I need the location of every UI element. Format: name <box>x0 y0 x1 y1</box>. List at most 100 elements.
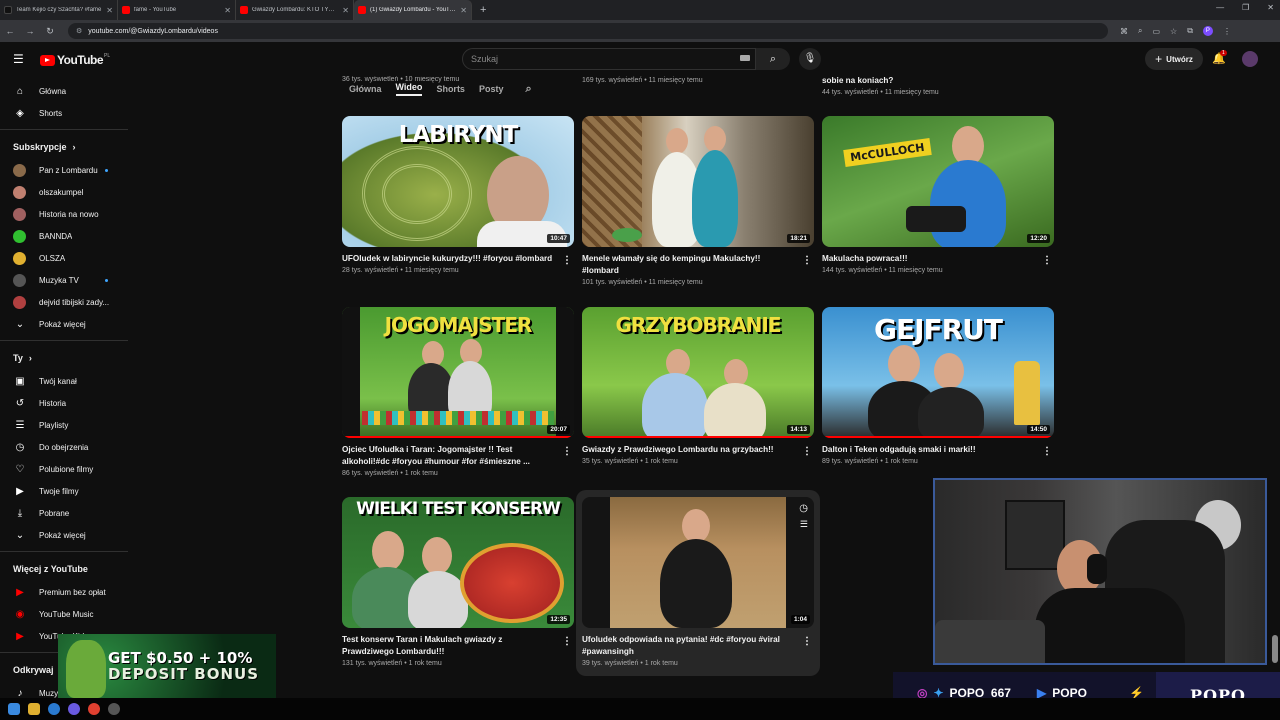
more-actions-icon[interactable]: ⋮ <box>802 255 812 266</box>
more-actions-icon[interactable]: ⋮ <box>1042 446 1052 457</box>
edge-browser-icon[interactable] <box>48 703 60 715</box>
sidebar-item-shorts[interactable]: ◈ Shorts <box>0 102 128 124</box>
video-thumbnail[interactable]: GEJFRUT 14:50 <box>822 307 1054 438</box>
search-button[interactable]: ⌕ <box>756 48 790 70</box>
cast-icon[interactable]: ▭ <box>1152 27 1160 36</box>
video-title[interactable]: Makulacha powraca!!! <box>822 253 1034 265</box>
subscriptions-heading[interactable]: Subskrypcje › <box>0 135 128 159</box>
search-input[interactable]: Szukaj <box>462 48 756 70</box>
video-title[interactable]: Test konserw Taran i Makulach gwiazdy z … <box>342 634 554 658</box>
video-card[interactable]: JOGOMAJSTER 20:07 Ojciec Ufoludka i Tara… <box>342 307 574 477</box>
forward-icon[interactable]: → <box>20 26 40 36</box>
site-info-icon[interactable]: ⚙ <box>76 27 82 35</box>
video-title[interactable]: Ojciec Ufoludka i Taran: Jogomajster !! … <box>342 444 554 468</box>
casino-ad-banner[interactable]: GET $0.50 + 10% DEPOSIT BONUS <box>58 634 276 698</box>
account-avatar[interactable] <box>1242 51 1258 67</box>
create-button[interactable]: + Utwórz <box>1145 48 1203 70</box>
video-card[interactable]: LABIRYNT 10:47 UFOludek w labiryncie kuk… <box>342 116 574 274</box>
video-card[interactable]: 18:21 Menele włamały się do kempingu Mak… <box>582 116 814 286</box>
youtube-logo[interactable]: YouTube PL <box>40 53 110 67</box>
video-thumbnail[interactable]: 18:21 <box>582 116 814 247</box>
video-title[interactable]: Gwiazdy z Prawdziwego Lombardu na grzyba… <box>582 444 794 456</box>
sidebar-item-history[interactable]: ↺ Historia <box>0 392 128 414</box>
video-thumbnail[interactable]: ◷ ☰ 1:04 <box>582 497 814 628</box>
more-actions-icon[interactable]: ⋮ <box>802 636 812 647</box>
video-thumbnail[interactable]: GRZYBOBRANIE 14:13 <box>582 307 814 438</box>
more-actions-icon[interactable]: ⋮ <box>562 255 572 266</box>
sidebar-subscription-item[interactable]: Historia na nowo <box>0 203 128 225</box>
more-actions-icon[interactable]: ⋮ <box>1042 255 1052 266</box>
app-icon[interactable] <box>108 703 120 715</box>
video-title[interactable]: Menele włamały się do kempingu Makulachy… <box>582 253 794 277</box>
new-tab-button[interactable]: + <box>472 4 494 16</box>
close-icon[interactable]: ✕ <box>342 6 349 15</box>
sidebar-item-liked-videos[interactable]: ♡ Polubione filmy <box>0 458 128 480</box>
keyboard-icon[interactable] <box>740 55 750 61</box>
video-thumbnail[interactable]: JOGOMAJSTER 20:07 <box>342 307 574 438</box>
sidebar-item-your-channel[interactable]: ▣ Twój kanał <box>0 370 128 392</box>
close-icon[interactable]: ✕ <box>224 6 231 15</box>
tab-videos[interactable]: Wideo <box>395 82 423 96</box>
add-to-queue-icon[interactable]: ☰ <box>800 519 808 530</box>
zoom-icon[interactable]: ⌕ <box>1138 26 1142 36</box>
bookmark-star-icon[interactable]: ☆ <box>1170 27 1177 36</box>
video-thumbnail[interactable]: McCULLOCH 12:20 <box>822 116 1054 247</box>
video-title[interactable]: UFOludek w labiryncie kukurydzy!!! #fory… <box>342 253 554 265</box>
page-scrollbar[interactable] <box>1272 80 1278 680</box>
browser-tab-2[interactable]: fame - YouTube ✕ <box>118 0 236 20</box>
channel-search-icon[interactable]: ⌕ <box>525 83 531 96</box>
sidebar-item-premium[interactable]: ▶ Premium bez opłat <box>0 581 128 603</box>
video-title[interactable]: Ufoludek odpowiada na pytania! #dc #fory… <box>582 634 794 658</box>
video-thumbnail[interactable]: WIELKI TEST KONSERW 12:35 <box>342 497 574 628</box>
more-actions-icon[interactable]: ⋮ <box>802 446 812 457</box>
tab-posts[interactable]: Posty <box>479 84 504 94</box>
you-heading[interactable]: Ty › <box>0 346 128 370</box>
close-icon[interactable]: ✕ <box>460 6 467 15</box>
sidebar-item-music[interactable]: ◉ YouTube Music <box>0 603 128 625</box>
sidebar-subscription-item[interactable]: Muzyka TV <box>0 269 128 291</box>
you-show-more[interactable]: ⌄ Pokaż więcej <box>0 524 128 546</box>
menu-dots-icon[interactable]: ⋮ <box>1223 27 1231 36</box>
profile-avatar[interactable]: P <box>1202 26 1213 36</box>
more-actions-icon[interactable]: ⋮ <box>562 636 572 647</box>
extensions-icon[interactable]: ⧉ <box>1187 26 1193 36</box>
sidebar-item-your-videos[interactable]: ▶ Twoje filmy <box>0 480 128 502</box>
more-actions-icon[interactable]: ⋮ <box>562 446 572 457</box>
close-window-icon[interactable]: ✕ <box>1267 3 1274 12</box>
video-card[interactable]: WIELKI TEST KONSERW 12:35 Test konserw T… <box>342 497 574 667</box>
video-card[interactable]: McCULLOCH 12:20 Makulacha powraca!!! 144… <box>822 116 1054 274</box>
video-card-hovered[interactable]: ◷ ☰ 1:04 Ufoludek odpowiada na pytania! … <box>582 497 814 667</box>
maximize-icon[interactable]: ❐ <box>1242 3 1249 12</box>
chrome-icon[interactable] <box>88 703 100 715</box>
file-explorer-icon[interactable] <box>28 703 40 715</box>
messenger-icon[interactable] <box>68 703 80 715</box>
translate-icon[interactable]: ⌘ <box>1120 27 1128 36</box>
video-card[interactable]: GRZYBOBRANIE 14:13 Gwiazdy z Prawdziwego… <box>582 307 814 465</box>
watch-later-icon[interactable]: ◷ <box>799 503 808 514</box>
sidebar-item-home[interactable]: ⌂ Główna <box>0 80 128 102</box>
tab-home[interactable]: Główna <box>349 84 382 94</box>
video-title[interactable]: Dalton i Teken odgadują smaki i marki!! <box>822 444 1034 456</box>
sidebar-subscription-item[interactable]: Pan z Lombardu <box>0 159 128 181</box>
video-card[interactable]: GEJFRUT 14:50 Dalton i Teken odgadują sm… <box>822 307 1054 465</box>
sidebar-subscription-item[interactable]: BANNDA <box>0 225 128 247</box>
sidebar-item-downloads[interactable]: ⤓ Pobrane <box>0 502 128 524</box>
subscriptions-show-more[interactable]: ⌄ Pokaż więcej <box>0 313 128 335</box>
browser-tab-1[interactable]: Team Kejio czy Szachta? #fame ✕ <box>0 0 118 20</box>
browser-tab-3[interactable]: Gwiazdy Lombardu: KTO TYM R ✕ <box>236 0 354 20</box>
windows-start-icon[interactable] <box>8 703 20 715</box>
sidebar-item-watch-later[interactable]: ◷ Do obejrzenia <box>0 436 128 458</box>
sidebar-subscription-item[interactable]: olszakumpel <box>0 181 128 203</box>
browser-tab-4[interactable]: (1) Gwiazdy Lombardu - YouTube ✕ <box>354 0 472 20</box>
voice-search-button[interactable]: 🎙 <box>799 48 821 70</box>
sidebar-subscription-item[interactable]: OLSZA <box>0 247 128 269</box>
video-title[interactable]: sobie na koniach? <box>822 76 893 85</box>
url-field[interactable]: ⚙ youtube.com/@GwiazdyLombardu/videos <box>68 23 1108 39</box>
sidebar-subscription-item[interactable]: dejvid tibijski zady... <box>0 291 128 313</box>
close-icon[interactable]: ✕ <box>106 6 113 15</box>
back-icon[interactable]: ← <box>0 26 20 36</box>
video-thumbnail[interactable]: LABIRYNT 10:47 <box>342 116 574 247</box>
minimize-icon[interactable]: — <box>1216 3 1224 12</box>
tab-shorts[interactable]: Shorts <box>436 84 465 94</box>
reload-icon[interactable]: ↻ <box>40 26 60 37</box>
